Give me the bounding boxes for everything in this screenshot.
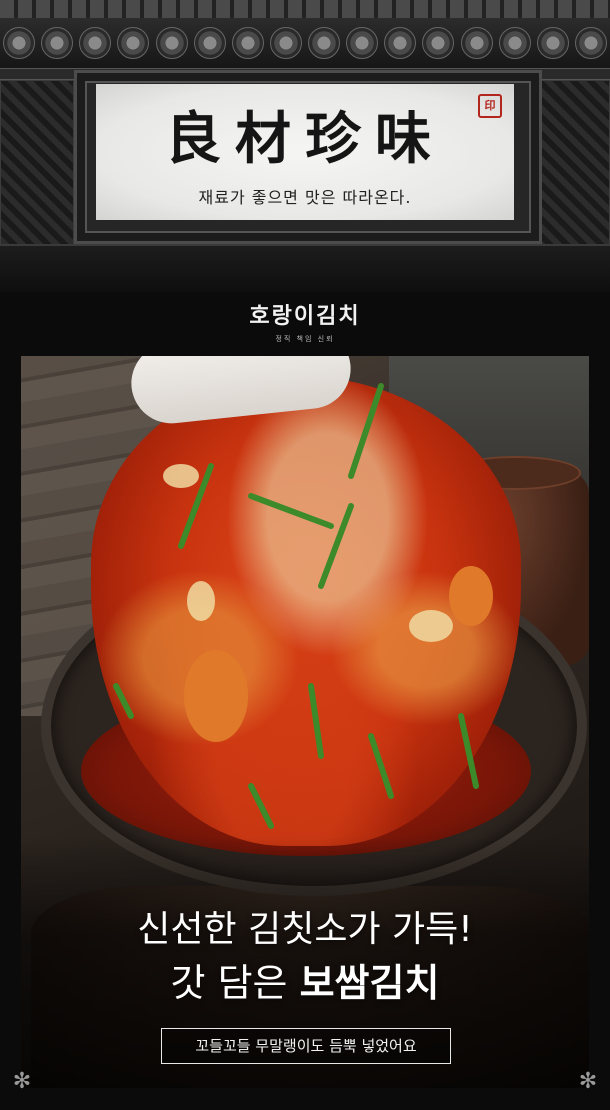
roof-tile-end — [460, 27, 493, 59]
roof-tile-end — [384, 27, 417, 59]
brand-subtitle: 정직 책임 신뢰 — [275, 335, 335, 343]
signboard-hanja-title: 良材珍味 — [165, 106, 445, 172]
headline-line-1: 신선한 김칫소가 가득! — [137, 909, 473, 950]
radish-slice — [184, 650, 248, 742]
brand-logo: 호랑이김치 정직 책임 신뢰 — [0, 298, 610, 344]
scallion — [308, 683, 324, 759]
roof-tile-end — [193, 27, 226, 59]
hanok-roof-header: 良材珍味 印 재료가 좋으면 맛은 따라온다. — [0, 0, 610, 292]
roof-tile-end — [346, 27, 379, 59]
snowflake-ornament-icon: ✻ — [12, 1069, 32, 1094]
roof-tile-end — [574, 27, 607, 59]
brand-name: 호랑이김치 — [249, 303, 361, 329]
feature-badge: 꼬들꼬들 무말랭이도 듬뿍 넣었어요 — [161, 1028, 451, 1064]
roof-eaves — [0, 18, 610, 68]
roof-tile-end — [231, 27, 264, 59]
scallion — [348, 383, 384, 479]
roof-tile-end — [422, 27, 455, 59]
scallion — [113, 683, 134, 719]
cabbage-piece — [163, 464, 199, 488]
roof-tile-end — [536, 27, 569, 59]
roof-tile-end — [79, 27, 112, 59]
radish-slice — [449, 566, 493, 626]
roof-tile-end — [3, 27, 36, 59]
scallion — [318, 503, 354, 589]
cabbage-piece — [187, 581, 215, 621]
roof-tiles — [0, 0, 610, 18]
carved-panel-left — [0, 80, 74, 262]
scallion — [248, 783, 274, 829]
lower-beam — [0, 244, 610, 292]
roof-tile-end — [498, 27, 531, 59]
headline-line-2-prefix: 갓 담은 — [170, 961, 300, 1005]
carved-panel-right — [536, 80, 610, 262]
roof-tile-end — [269, 27, 302, 59]
roof-tile-end — [308, 27, 341, 59]
scallion — [458, 713, 479, 789]
red-seal-stamp-icon: 印 — [478, 94, 502, 118]
scallion — [248, 493, 334, 529]
headline-line-2-product: 보쌈김치 — [299, 961, 440, 1005]
signboard-tagline: 재료가 좋으면 맛은 따라온다. — [198, 188, 412, 207]
scallion — [368, 733, 394, 799]
signboard: 良材珍味 印 재료가 좋으면 맛은 따라온다. — [96, 84, 514, 220]
snowflake-ornament-icon: ✻ — [578, 1069, 598, 1094]
page: 良材珍味 印 재료가 좋으면 맛은 따라온다. 호랑이김치 정직 책임 신뢰 신… — [0, 0, 610, 1110]
roof-tile-end — [41, 27, 74, 59]
headline-line-2: 갓 담은 보쌈김치 — [0, 952, 610, 1007]
roof-tile-end — [117, 27, 150, 59]
roof-tile-end — [155, 27, 188, 59]
cabbage-piece — [409, 610, 453, 642]
